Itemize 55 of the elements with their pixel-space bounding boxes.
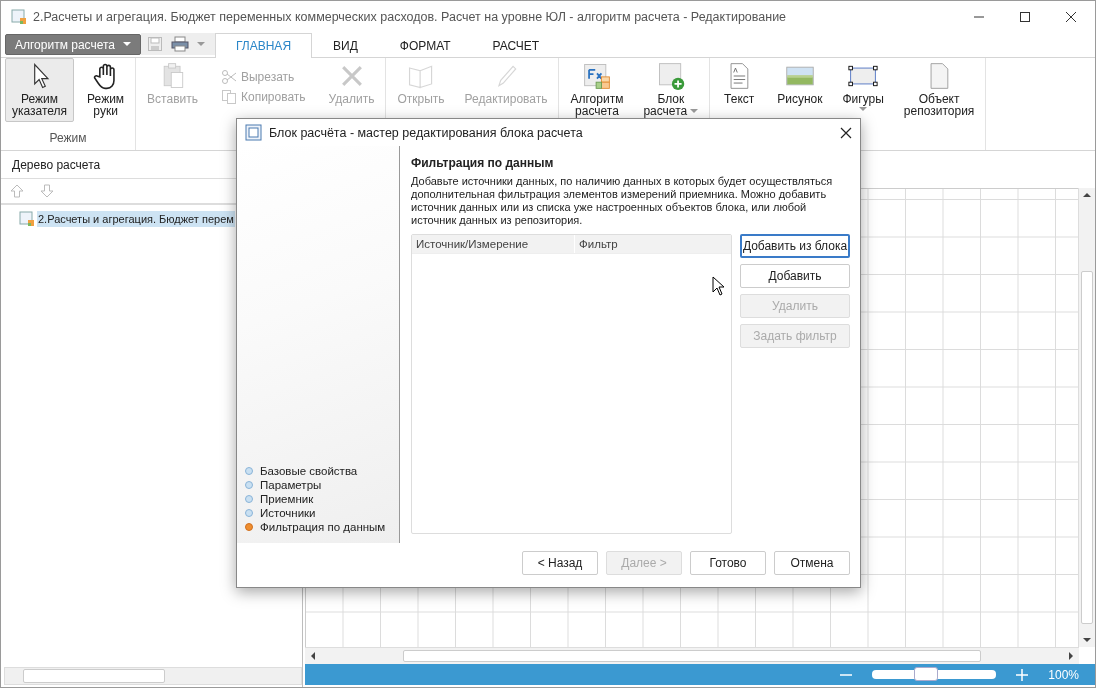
column-header[interactable]: Фильтр xyxy=(575,235,622,253)
zoom-in-icon[interactable] xyxy=(1016,668,1029,681)
dialog-button[interactable]: Готово xyxy=(690,551,766,575)
scroll-down-icon[interactable] xyxy=(1083,638,1091,643)
dialog-button[interactable]: Отмена xyxy=(774,551,850,575)
ribbon-button[interactable]: Фигуры xyxy=(835,58,891,117)
ribbon-tab[interactable]: ГЛАВНАЯ xyxy=(215,33,313,58)
ribbon-button[interactable]: Объект репозитория xyxy=(896,58,982,122)
block-icon xyxy=(245,123,263,142)
zoom-slider[interactable] xyxy=(872,670,997,679)
down-arrow-icon[interactable] xyxy=(40,184,54,198)
block-icon xyxy=(19,211,35,227)
section-heading: Фильтрация по данным xyxy=(411,156,555,170)
dialog-button[interactable]: < Назад xyxy=(522,551,598,575)
scissors-icon xyxy=(221,69,237,85)
horizontal-scrollbar[interactable] xyxy=(4,667,302,685)
ribbon-tab[interactable]: ВИД xyxy=(312,33,379,58)
maximize-icon[interactable] xyxy=(1019,11,1031,23)
wizard-step[interactable]: Приемник xyxy=(260,493,314,505)
app-icon xyxy=(11,9,27,25)
ribbon-tab[interactable]: ФОРМАТ xyxy=(378,33,472,58)
up-arrow-icon[interactable] xyxy=(10,184,24,198)
dialog-title: Блок расчёта - мастер редактирования блока расчета xyxy=(269,125,583,140)
dialog-button[interactable]: Добавить из блока xyxy=(740,234,850,258)
vertical-scrollbar[interactable] xyxy=(1078,188,1095,647)
group-label: Режим xyxy=(49,131,87,147)
mouse-pointer-icon xyxy=(712,276,726,296)
ribbon-button[interactable]: Рисунок xyxy=(770,58,830,110)
column-header[interactable]: Источник/Измерение xyxy=(412,235,575,253)
horizontal-scrollbar[interactable] xyxy=(305,647,1079,664)
scroll-up-icon[interactable] xyxy=(1083,192,1091,197)
close-icon[interactable] xyxy=(840,126,852,139)
wizard-step[interactable]: Фильтрация по данным xyxy=(260,521,386,533)
save-icon[interactable] xyxy=(147,36,163,52)
scroll-left-icon[interactable] xyxy=(310,652,315,660)
caret-icon xyxy=(123,42,131,47)
print-icon[interactable] xyxy=(171,36,189,52)
dialog-button[interactable]: Добавить xyxy=(740,264,850,288)
wizard-step[interactable]: Источники xyxy=(260,507,316,519)
ribbon-tab[interactable]: РАСЧЕТ xyxy=(471,33,561,58)
ribbon-button[interactable]: Режим указателя xyxy=(5,58,75,122)
ribbon-button[interactable]: Текст xyxy=(714,58,765,110)
zoom-reading: 100% xyxy=(1048,667,1079,682)
close-icon[interactable] xyxy=(1065,11,1077,23)
ribbon-button[interactable]: Режим руки xyxy=(80,58,132,122)
tree-item[interactable]: 2.Расчеты и агрегация. Бюджет перем xyxy=(37,211,235,227)
caret-icon[interactable] xyxy=(197,41,205,47)
description-text: Добавьте источники данных, по наличию данных в которых будет осуществляться дополнительная фильтрация элементов измерений приемника. Можно добавить источник данных или из списка уже настроенных объектов блока, или любой источник данных из репозитория. xyxy=(411,175,834,227)
scroll-right-icon[interactable] xyxy=(1069,652,1074,660)
window-title: 2.Расчеты и агрегация. Бюджет переменных коммерческих расходов. Расчет на уровне ЮЛ - алгоритм расчета - Редактирование xyxy=(33,10,787,24)
app-menu-button[interactable]: Алгоритм расчета xyxy=(5,34,141,55)
formula-block-icon xyxy=(581,61,612,91)
copy-icon xyxy=(221,89,237,105)
wizard-step[interactable]: Параметры xyxy=(260,479,322,491)
wizard-step[interactable]: Базовые свойства xyxy=(260,465,358,477)
